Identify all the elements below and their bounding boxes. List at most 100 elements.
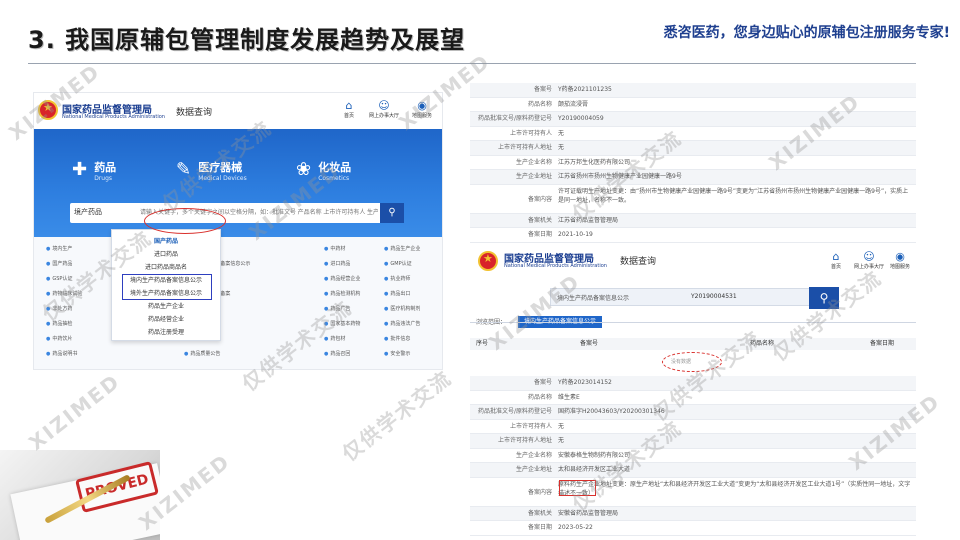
nav-online-hall-2[interactable]: ☺ 网上办事大厅 [852, 250, 886, 270]
database-link[interactable]: 药品质量公告 [184, 350, 220, 357]
nav-map-2[interactable]: ◉ 地图服务 [886, 250, 914, 270]
dropdown-item[interactable]: 进口药品商品名 [112, 262, 220, 271]
highlight-box-2 [559, 480, 596, 496]
field-label: 备案号 [533, 86, 552, 93]
field-value: 无 [558, 144, 565, 151]
search-icon: ⚲ [388, 207, 396, 218]
category-devices[interactable]: ✎ 医疗器械 Medical Devices [176, 159, 247, 182]
dropdown-item[interactable]: 药品经营企业 [112, 314, 220, 323]
database-link[interactable]: 非处方药 [46, 305, 72, 312]
search-input-2[interactable]: Y20190004531 [691, 293, 737, 300]
nmpa-header-2: 国家药品监督管理局 National Medical Products Admi… [470, 244, 916, 274]
database-link[interactable]: 中药饮片 [46, 335, 72, 342]
map-pin-icon: ◉ [417, 99, 427, 112]
database-grid: 境内生产执业药师注册中药材药品生产企业国产药品中药配方颗粒备案信息公示进口药品G… [34, 237, 442, 369]
database-link[interactable]: 药品检测机构 [324, 290, 360, 297]
category-drugs[interactable]: ✚ 药品 Drugs [72, 159, 116, 182]
search-button[interactable]: ⚲ [380, 203, 404, 223]
dropdown-item[interactable]: 进口药品 [112, 249, 220, 258]
table-row: 备案日期 2021-10-19 [470, 228, 916, 243]
field-label: 备案机关 [527, 216, 552, 224]
search-button-2[interactable]: ⚲ [809, 287, 839, 309]
field-label: 生产企业地址 [515, 173, 552, 180]
field-value: Y20190004059 [558, 115, 604, 122]
table-row: 备案号 Y药备2021101235 [470, 83, 916, 98]
table-row: 备案内容 原料药生产企业地址变更：原生产地址“太和县经济开发区工业大道”变更为“太… [470, 478, 916, 507]
database-link[interactable]: 中药材 [324, 245, 345, 252]
results-header: 序号 备案号 药品名称 备案日期 [470, 338, 916, 350]
field-value: 太和县经济开发区工业大道 [558, 466, 631, 473]
database-link[interactable]: GMP认证 [384, 260, 411, 267]
search-category-select-2[interactable]: 境内生产药品备案信息公示 [557, 293, 629, 302]
database-link[interactable]: 药品广告 [324, 305, 350, 312]
field-value: 许可证载明生产地址变更：由“扬州市生物健康产业园健康一路9号”变更为“江苏省扬州… [558, 187, 909, 204]
table-row: 上市许可持有人无 [470, 127, 916, 141]
database-link[interactable]: 药品违法广告 [384, 320, 420, 327]
database-link[interactable]: 境内生产 [46, 245, 72, 252]
dropdown-item[interactable]: 境外生产药品备案信息公示 [112, 288, 220, 297]
field-value: 2023-05-22 [558, 524, 593, 531]
field-label: 备案内容 [527, 195, 552, 203]
data-query-label: 数据查询 [176, 108, 213, 118]
nav-home-2[interactable]: ⌂ 首页 [822, 250, 850, 270]
database-link[interactable]: 医疗机构制剂 [384, 305, 420, 312]
dropdown-item[interactable]: 国产药品 [112, 236, 220, 245]
cosmetics-icon: ❀ [296, 159, 312, 180]
database-link[interactable]: 药品抽检 [46, 320, 72, 327]
database-link[interactable]: 药物临床试验 [46, 290, 82, 297]
database-link[interactable]: 安全警示 [384, 350, 410, 357]
database-link[interactable]: 进口药品 [324, 260, 350, 267]
nav-online-hall[interactable]: ☺ 网上办事大厅 [366, 99, 402, 119]
category-dropdown: 国产药品进口药品进口药品商品名 境内生产药品备案信息公示 境外生产药品备案信息公示药… [111, 229, 221, 341]
drug-icon: ✚ [72, 159, 88, 180]
nav-home[interactable]: ⌂ 首页 [334, 99, 364, 119]
database-link[interactable]: 药品经营企业 [324, 275, 360, 282]
map-pin-icon: ◉ [895, 250, 905, 263]
table-row: 生产企业地址 太和县经济开发区工业大道 [470, 463, 916, 478]
database-link[interactable]: 国家基本药物 [324, 320, 360, 327]
home-icon: ⌂ [832, 250, 840, 263]
database-link[interactable]: 药品说明书 [46, 350, 77, 357]
national-emblem-icon [478, 251, 498, 271]
nav-map[interactable]: ◉ 地图服务 [406, 99, 438, 119]
field-value: 安徽泰格生物制药有限公司 [558, 451, 631, 459]
field-value: 江苏万邦生化医药有限公司 [558, 158, 631, 166]
field-value: 安徽省药品监督管理局 [558, 509, 619, 517]
no-data-ellipse: 没有数据 [662, 352, 722, 372]
database-link[interactable]: 国产药品 [46, 260, 72, 267]
highlight-ellipse [144, 208, 226, 234]
table-row: 药品批准文号/原料药登记号 国药准字H20043603/Y20200301346 [470, 405, 916, 420]
field-value: 原料药生产企业地址变更：原生产地址“太和县经济开发区工业大道”变更为“太和县经济… [558, 480, 911, 497]
dropdown-item[interactable]: 药品注册受理 [112, 327, 220, 336]
table-row: 上市许可持有人无 [470, 420, 916, 434]
database-link[interactable]: 批件信息 [384, 335, 410, 342]
category-cosmetics[interactable]: ❀ 化妆品 Cosmetics [296, 159, 351, 182]
database-link[interactable]: 药品生产企业 [384, 245, 420, 252]
field-label: 上市许可持有人地址 [497, 144, 552, 151]
dropdown-item[interactable]: 药品生产企业 [112, 301, 220, 310]
slide-title: 3. 我国原辅包管理制度发展趋势及展望 [28, 26, 466, 54]
field-label: 生产企业名称 [515, 451, 552, 459]
database-link[interactable]: GSP认证 [46, 275, 72, 282]
no-data-text: 没有数据 [671, 359, 692, 365]
field-value: 维生素E [558, 393, 580, 401]
search-category-select[interactable]: 境产药品 [74, 207, 102, 217]
dropdown-item[interactable]: 境内生产药品备案信息公示 [112, 275, 220, 284]
database-link[interactable]: 药包材 [324, 335, 345, 342]
field-value: Y药备2023014152 [558, 379, 612, 386]
field-label: 上市许可持有人地址 [497, 437, 552, 444]
field-label: 备案日期 [527, 524, 552, 531]
field-value: 2021-10-19 [558, 231, 593, 238]
col-drug-name: 药品名称 [750, 340, 775, 347]
database-link[interactable]: 药品出口 [384, 290, 410, 297]
table-row: 备案机关 江苏省药品监督管理局 [470, 213, 916, 228]
database-link[interactable]: 执业药师 [384, 275, 410, 282]
tab-divider [470, 322, 916, 323]
database-link[interactable]: 药品召回 [324, 350, 350, 357]
field-value: 江苏省扬州市扬州生物健康产业园健康一路9号 [558, 173, 682, 180]
field-label: 备案机关 [527, 509, 552, 517]
home-icon: ⌂ [345, 99, 353, 112]
table-row: 生产企业名称 江苏万邦生化医药有限公司 [470, 156, 916, 170]
nmpa-header: 国家药品监督管理局 National Medical Products Admi… [34, 93, 442, 129]
table-row: 生产企业名称 安徽泰格生物制药有限公司 [470, 449, 916, 463]
